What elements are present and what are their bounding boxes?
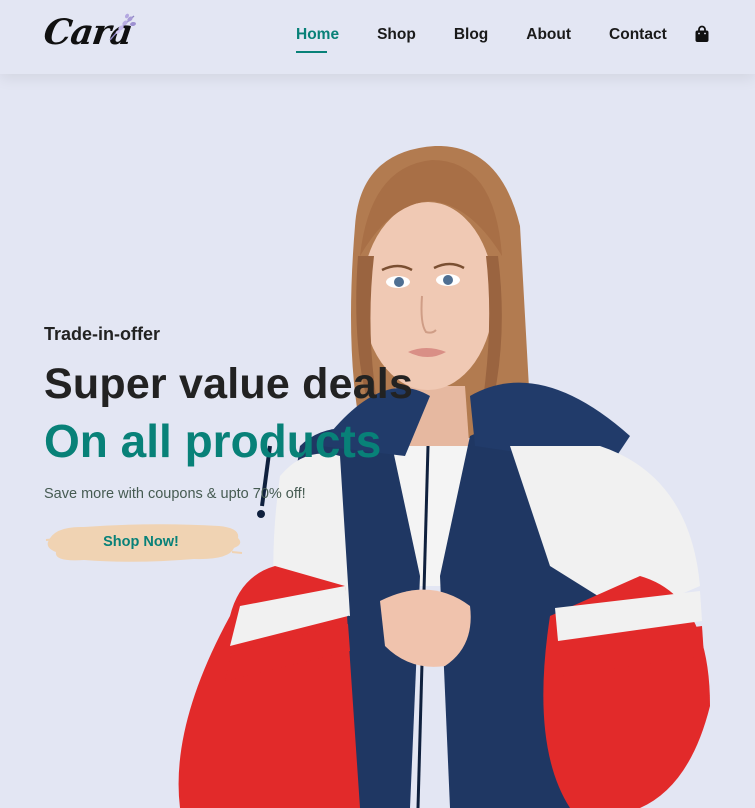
hero-kicker: Trade-in-offer: [44, 324, 161, 344]
nav-shop[interactable]: Shop: [377, 25, 416, 45]
hero-blurb: Save more with coupons & upto 70% off!: [44, 486, 306, 502]
nav-about[interactable]: About: [526, 25, 571, 45]
hero-model-image: [178, 146, 710, 808]
lavender-sprig-icon: [109, 13, 136, 41]
nav-blog[interactable]: Blog: [454, 25, 488, 45]
site-header: Cara Home Shop Blog About Contact: [0, 0, 755, 74]
hero-subheadline: On all products: [44, 415, 382, 467]
shop-now-button[interactable]: Shop Now!: [45, 520, 244, 564]
hero-section: Trade-in-offer Super value deals On all …: [0, 74, 755, 808]
main-nav: Home Shop Blog About Contact: [296, 25, 705, 53]
shop-now-label: Shop Now!: [103, 534, 179, 550]
logo[interactable]: Cara: [41, 10, 139, 56]
hero-headline: Super value deals: [44, 360, 414, 408]
nav-contact[interactable]: Contact: [609, 25, 667, 45]
shopping-bag-icon[interactable]: [694, 25, 710, 43]
nav-home[interactable]: Home: [296, 25, 339, 53]
